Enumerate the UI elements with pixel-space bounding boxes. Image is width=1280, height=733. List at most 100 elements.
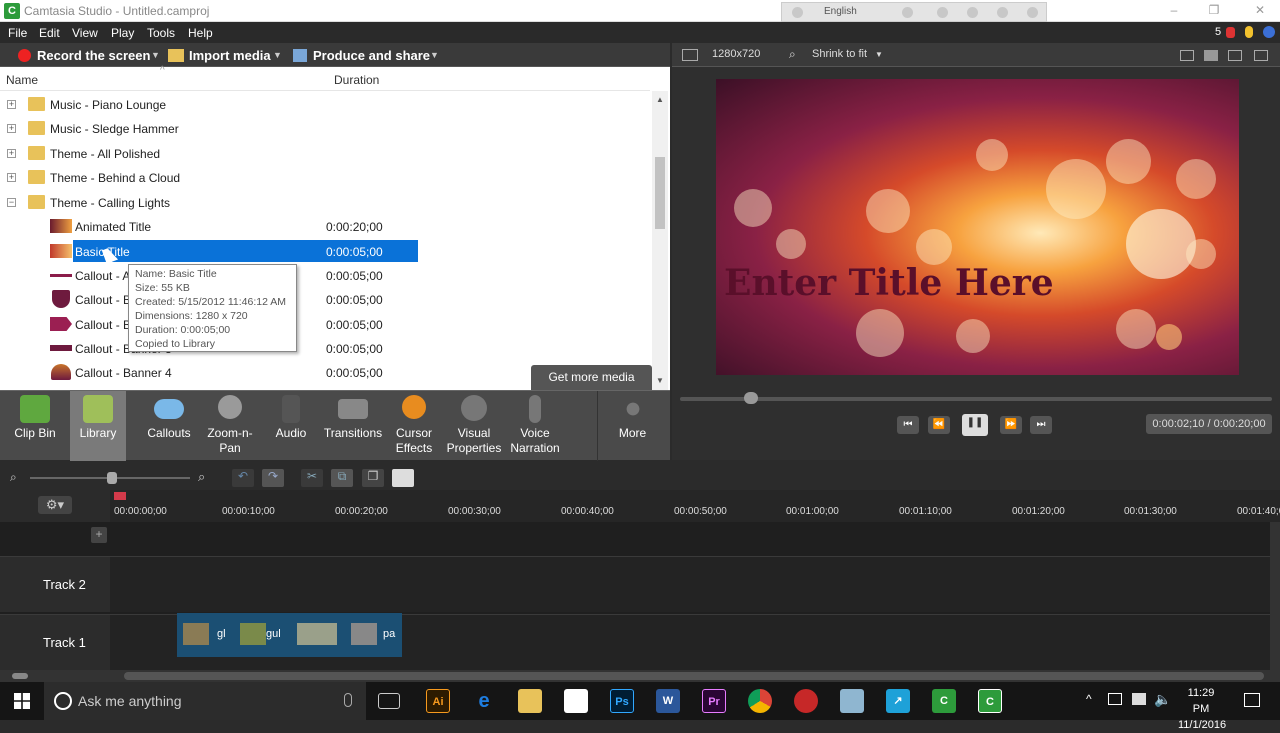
timeline-clip[interactable]: gl	[177, 613, 234, 657]
menu-help[interactable]: Help	[188, 26, 213, 40]
import-media-button[interactable]: Import media	[189, 48, 271, 63]
import-folder-icon[interactable]	[168, 49, 184, 62]
edge-icon[interactable]: e	[472, 689, 496, 713]
library-folder[interactable]: − Theme - Calling Lights	[0, 191, 650, 215]
tab-voice-narration[interactable]: Voice Narration	[506, 391, 564, 461]
chevron-down-icon[interactable]: ▼	[151, 50, 160, 60]
zoom-dropdown[interactable]: Shrink to fit	[812, 48, 867, 60]
split-icon[interactable]: ⧉	[331, 469, 353, 487]
language-label[interactable]: English	[824, 6, 857, 17]
track-settings-gear-icon[interactable]: ⚙▾	[38, 496, 72, 514]
duration-column-header[interactable]: Duration	[334, 73, 379, 87]
close-button[interactable]: ✕	[1250, 3, 1270, 19]
crop-icon[interactable]	[1180, 50, 1194, 61]
redo-icon[interactable]: ↷	[262, 469, 284, 487]
action-center-icon[interactable]	[1244, 693, 1260, 707]
pause-button[interactable]: ❚❚	[962, 414, 988, 436]
library-item[interactable]: Callout - B 0:00:05;00	[0, 288, 650, 312]
produce-share-button[interactable]: Produce and share	[313, 48, 430, 63]
playhead-marker[interactable]	[114, 492, 126, 500]
resolution-icon[interactable]	[682, 49, 698, 61]
timeline-horizontal-scrollbar[interactable]	[0, 670, 1280, 682]
produce-icon[interactable]	[293, 49, 307, 62]
library-item[interactable]: Callout - Banner 3 0:00:05;00	[0, 337, 650, 361]
menu-play[interactable]: Play	[111, 26, 134, 40]
tab-cursor-effects[interactable]: Cursor Effects	[388, 391, 440, 461]
undo-icon[interactable]: ↶	[232, 469, 254, 487]
tab-transitions[interactable]: Transitions	[320, 391, 386, 461]
settings-icon[interactable]	[967, 7, 978, 18]
preview-canvas[interactable]: Enter Title Here	[716, 79, 1239, 375]
timeline-clip[interactable]: gul	[234, 613, 291, 657]
tools-icon[interactable]	[937, 7, 948, 18]
resolution-dropdown[interactable]: 1280x720	[712, 48, 760, 60]
clock[interactable]: 11:29 PM 11/1/2016	[1178, 685, 1226, 733]
timeline-clip[interactable]	[291, 613, 345, 657]
track-label[interactable]: Track 1	[0, 614, 110, 670]
alert-icon[interactable]	[1226, 27, 1235, 38]
library-folder[interactable]: + Theme - Behind a Cloud	[0, 166, 650, 190]
network-icon[interactable]	[1108, 693, 1122, 705]
library-folder[interactable]: + Music - Piano Lounge	[0, 93, 650, 117]
volume-icon[interactable]: 🔈	[1154, 691, 1171, 708]
record-icon[interactable]	[18, 49, 31, 62]
rewind-button[interactable]: ⏪	[928, 416, 950, 434]
name-column-header[interactable]: Name	[6, 73, 38, 87]
library-item[interactable]: Callout - A 0:00:05;00	[0, 264, 650, 288]
camtasia-recorder-icon[interactable]: C	[978, 689, 1002, 713]
language-bar-icon[interactable]	[792, 7, 803, 18]
zoom-search-icon[interactable]: ⌕	[789, 47, 796, 62]
expand-icon[interactable]: +	[7, 149, 16, 158]
timeline-ruler[interactable]: 00:00:00;00 00:00:10;00 00:00:20;00 00:0…	[110, 490, 1280, 522]
copy-icon[interactable]: ❐	[362, 469, 384, 487]
maximize-button[interactable]: ❐	[1204, 3, 1224, 19]
collapse-icon[interactable]: −	[7, 198, 16, 207]
tab-more[interactable]: More	[597, 391, 667, 461]
scrollbar-thumb[interactable]	[655, 157, 665, 229]
photoshop-icon[interactable]: Ps	[610, 689, 634, 713]
fast-forward-button[interactable]: ⏩	[1000, 416, 1022, 434]
menu-edit[interactable]: Edit	[39, 26, 60, 40]
zoom-in-icon[interactable]: ⌕	[198, 469, 205, 485]
timeline-clip[interactable]: pa	[345, 613, 402, 657]
record-screen-button[interactable]: Record the screen	[37, 48, 150, 63]
title-text[interactable]: Enter Title Here	[724, 262, 1054, 304]
windows-start-icon[interactable]	[14, 693, 30, 709]
chevron-down-icon[interactable]: ▼	[430, 50, 439, 60]
cut-icon[interactable]: ✂	[301, 469, 323, 487]
info-icon[interactable]	[1027, 7, 1038, 18]
illustrator-icon[interactable]: Ai	[426, 689, 450, 713]
help-icon[interactable]	[1263, 26, 1275, 38]
detach-icon[interactable]	[1204, 50, 1218, 61]
seek-bar[interactable]	[680, 397, 1272, 401]
scroll-up-icon[interactable]: ▲	[656, 95, 664, 104]
tab-library[interactable]: Library	[70, 391, 126, 461]
microphone-icon[interactable]	[344, 693, 352, 707]
zoom-slider-handle[interactable]	[107, 472, 117, 484]
paste-icon[interactable]	[392, 469, 414, 487]
expand-icon[interactable]: +	[7, 100, 16, 109]
seek-handle[interactable]	[744, 392, 759, 404]
chevron-down-icon[interactable]: ▼	[875, 50, 883, 59]
timeline-vertical-scrollbar[interactable]	[1270, 522, 1280, 670]
scrollbar-thumb[interactable]	[124, 672, 1264, 680]
zoom-out-icon[interactable]: ⌕	[10, 470, 17, 485]
tab-callouts[interactable]: Callouts	[140, 391, 198, 461]
skip-back-button[interactable]: ⏮	[897, 416, 919, 434]
file-explorer-icon[interactable]	[518, 689, 542, 713]
lightbulb-icon[interactable]	[1245, 26, 1253, 38]
cortana-search-box[interactable]: Ask me anything	[44, 682, 366, 720]
library-folder[interactable]: + Theme - All Polished	[0, 142, 650, 166]
word-icon[interactable]: W	[656, 689, 680, 713]
keyboard-icon[interactable]	[1132, 693, 1146, 705]
library-item[interactable]: Animated Title 0:00:20;00	[0, 215, 650, 239]
task-view-icon[interactable]	[378, 693, 400, 709]
app-arrow-icon[interactable]: ↗	[886, 689, 910, 713]
minimize-button[interactable]: –	[1164, 3, 1184, 19]
expand-icon[interactable]: +	[7, 173, 16, 182]
library-item-selected[interactable]: Basic Title 0:00:05;00	[0, 240, 650, 264]
help-icon[interactable]	[997, 7, 1008, 18]
menu-tools[interactable]: Tools	[147, 26, 175, 40]
chevron-down-icon[interactable]: ▼	[273, 50, 282, 60]
fullscreen-icon[interactable]	[1254, 50, 1268, 61]
